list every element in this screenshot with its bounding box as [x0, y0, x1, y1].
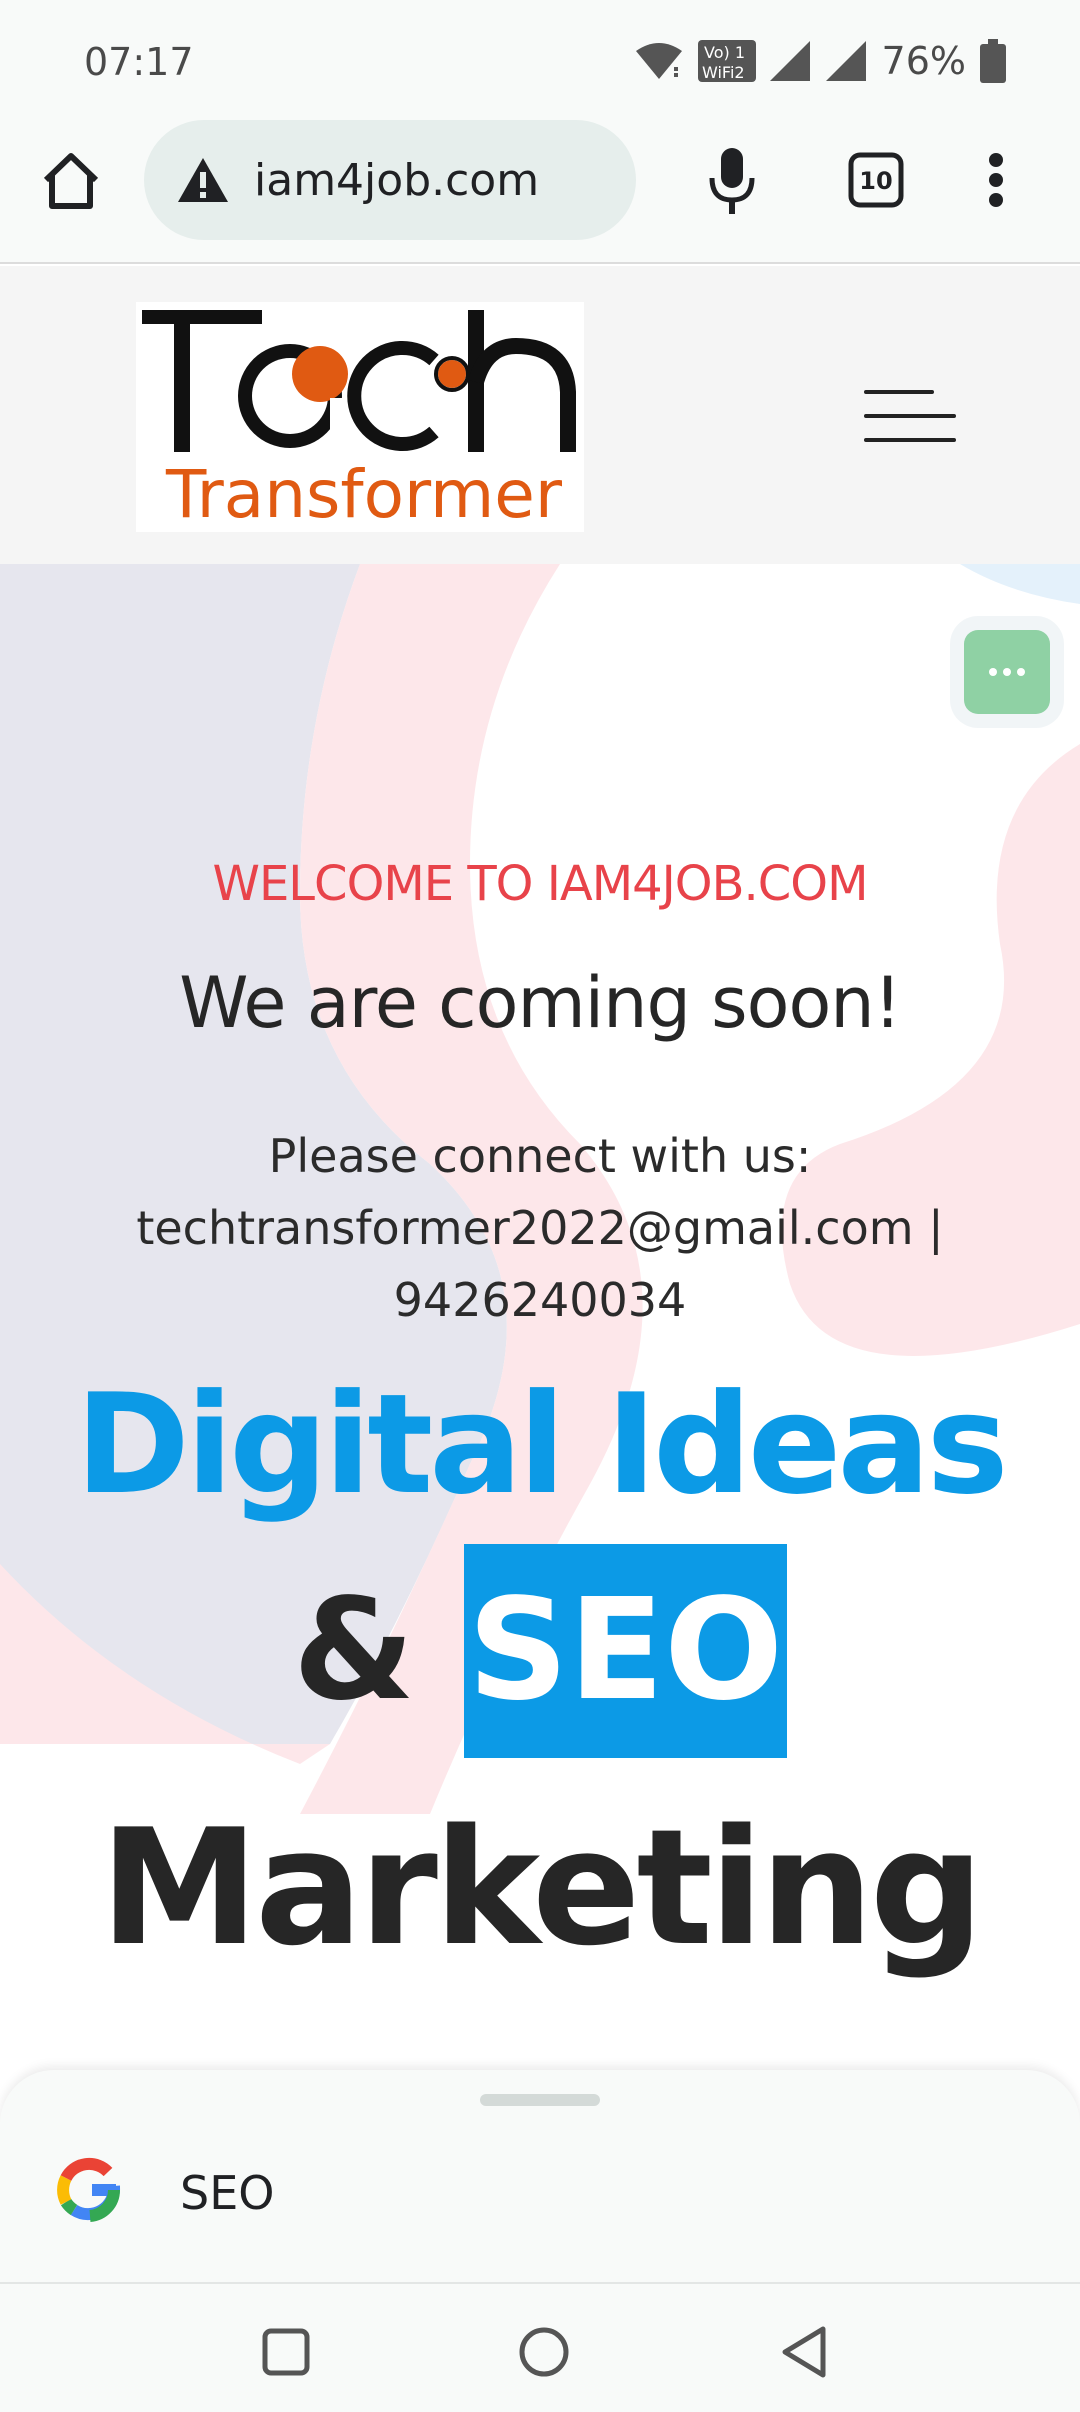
more-vert-icon	[989, 153, 1003, 207]
hamburger-menu-button[interactable]	[860, 378, 956, 454]
hero-section: WELCOME TO IAM4JOB.COM We are coming soo…	[0, 564, 1080, 2074]
contact-info: Please connect with us: techtransformer2…	[90, 1120, 990, 1336]
mic-icon	[709, 148, 755, 214]
chat-dots-icon	[989, 668, 1025, 676]
system-nav-bar	[0, 2282, 1080, 2412]
site-header: Transformer	[0, 266, 1080, 564]
hamburger-icon	[864, 390, 934, 394]
status-icons: Vo) 1 WiFi2 76%	[634, 38, 1006, 84]
vowifi-icon: Vo) 1 WiFi2	[697, 40, 756, 82]
coming-soon-heading: We are coming soon!	[179, 962, 901, 1044]
signal-icon	[825, 41, 866, 81]
hamburger-icon	[864, 414, 956, 418]
search-bottom-sheet[interactable]: SEO	[0, 2070, 1080, 2282]
home-circle-icon	[519, 2327, 569, 2377]
home-nav-button[interactable]	[504, 2312, 584, 2392]
svg-text:Vo) 1: Vo) 1	[704, 43, 745, 62]
logo-subtitle: Transformer	[166, 456, 563, 533]
battery-icon	[980, 39, 1006, 83]
battery-percent: 76%	[881, 39, 966, 83]
url-text: iam4job.com	[254, 154, 540, 206]
welcome-text: WELCOME TO IAM4JOB.COM	[212, 856, 869, 912]
site-logo[interactable]: Transformer	[136, 302, 584, 532]
tabs-icon: 10	[848, 152, 904, 208]
google-g-icon	[57, 2157, 121, 2222]
wifi-icon	[635, 43, 682, 79]
sheet-drag-handle[interactable]	[480, 2094, 600, 2106]
browser-toolbar: iam4job.com 10	[0, 118, 1080, 264]
svg-text:WiFi2: WiFi2	[702, 63, 745, 82]
voice-search-button[interactable]	[700, 144, 764, 218]
recents-button[interactable]	[246, 2312, 326, 2392]
tab-switcher-button[interactable]: 10	[846, 150, 906, 210]
status-time: 07:17	[84, 40, 194, 84]
hero-title-line2: & SEO	[0, 1544, 1080, 1758]
signal-icon	[769, 41, 810, 81]
status-bar: 07:17 Vo) 1 WiFi2 76%	[0, 0, 1080, 118]
search-query-text: SEO	[180, 2166, 275, 2220]
recents-icon	[262, 2328, 310, 2376]
connect-label: Please connect with us:	[268, 1129, 812, 1183]
home-icon	[43, 153, 99, 209]
home-button[interactable]	[36, 146, 106, 216]
svg-text:10: 10	[859, 167, 892, 195]
hero-title-line3: Marketing	[99, 1794, 984, 1981]
back-icon	[782, 2326, 826, 2378]
warning-icon	[178, 158, 228, 202]
more-options-button[interactable]	[972, 148, 1020, 212]
chat-button[interactable]	[964, 630, 1050, 714]
hero-title-line1: Digital Ideas	[75, 1364, 1008, 1525]
address-bar[interactable]: iam4job.com	[144, 120, 636, 240]
back-button[interactable]	[764, 2312, 844, 2392]
contact-details[interactable]: techtransformer2022@gmail.com | 94262400…	[90, 1192, 990, 1336]
seo-highlight: SEO	[463, 1544, 788, 1758]
ampersand: &	[292, 1569, 415, 1732]
hamburger-icon	[864, 438, 956, 442]
